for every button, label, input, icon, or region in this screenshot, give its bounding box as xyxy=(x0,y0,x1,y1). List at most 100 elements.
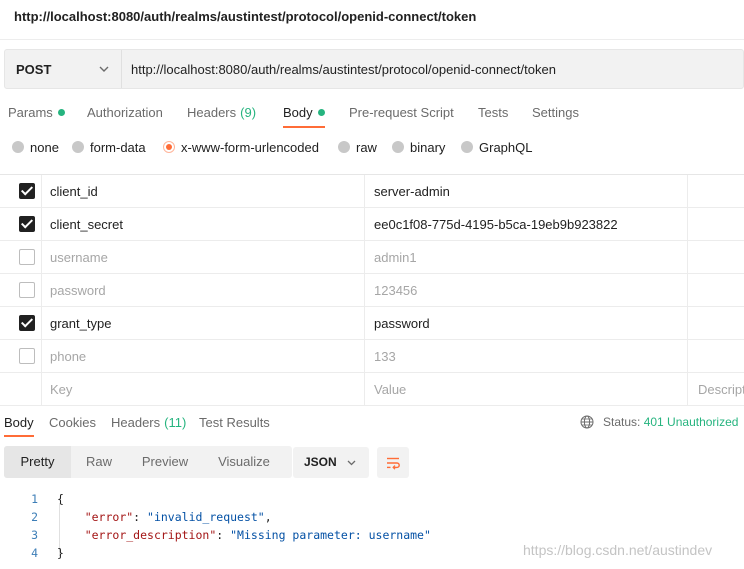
row-checkbox-cell xyxy=(0,241,42,273)
request-url-bar: POST http://localhost:8080/auth/realms/a… xyxy=(4,49,744,89)
param-key-cell[interactable]: password xyxy=(42,274,365,306)
close-brace: } xyxy=(57,546,64,560)
tab-response-cookies[interactable]: Cookies xyxy=(49,407,96,439)
tab-body-label: Body xyxy=(283,105,313,120)
format-label: JSON xyxy=(304,455,337,469)
row-checkbox-cell xyxy=(0,208,42,240)
param-value-cell[interactable]: password xyxy=(365,307,688,339)
window-title-bar: http://localhost:8080/auth/realms/austin… xyxy=(0,0,744,40)
url-input[interactable]: http://localhost:8080/auth/realms/austin… xyxy=(131,62,556,77)
view-raw-button[interactable]: Raw xyxy=(71,446,127,478)
json-key: "error" xyxy=(84,510,134,524)
param-description-cell[interactable] xyxy=(688,274,744,306)
tab-response-headers[interactable]: Headers (11) xyxy=(111,407,186,439)
code-line: 2 "error": "invalid_request", xyxy=(0,508,744,526)
radio-graphql[interactable]: GraphQL xyxy=(461,140,532,155)
radio-none[interactable]: none xyxy=(12,140,59,155)
radio-none-indicator xyxy=(12,141,24,153)
tab-authorization-label: Authorization xyxy=(87,105,163,120)
tab-params[interactable]: Params xyxy=(8,98,65,130)
checkbox-unchecked-icon[interactable] xyxy=(19,249,35,265)
radio-form-data[interactable]: form-data xyxy=(72,140,146,155)
radio-raw[interactable]: raw xyxy=(338,140,377,155)
json-key: "error_description" xyxy=(84,528,217,542)
response-status[interactable]: Status: 401 Unauthorized xyxy=(580,415,738,429)
param-description-cell[interactable] xyxy=(688,307,744,339)
row-checkbox-cell xyxy=(0,373,42,405)
globe-icon xyxy=(580,415,594,429)
param-description-cell[interactable] xyxy=(688,208,744,240)
view-visualize-button[interactable]: Visualize xyxy=(203,446,285,478)
tab-test-results-label: Test Results xyxy=(199,415,270,430)
table-row: password 123456 xyxy=(0,274,744,307)
watermark: https://blog.csdn.net/austindev xyxy=(523,542,713,558)
checkbox-checked-icon[interactable] xyxy=(19,216,35,232)
param-value-cell[interactable]: admin1 xyxy=(365,241,688,273)
radio-raw-label: raw xyxy=(356,140,377,155)
param-value-cell[interactable]: server-admin xyxy=(365,175,688,207)
table-row: phone 133 xyxy=(0,340,744,373)
radio-binary-indicator xyxy=(392,141,404,153)
line-number: 1 xyxy=(31,492,38,506)
tab-body[interactable]: Body xyxy=(283,98,325,130)
param-value-cell[interactable]: ee0c1f08-775d-4195-b5ca-19eb9b923822 xyxy=(365,208,688,240)
new-key-input[interactable]: Key xyxy=(42,373,365,405)
radio-binary-label: binary xyxy=(410,140,446,155)
window-title: http://localhost:8080/auth/realms/austin… xyxy=(14,9,477,24)
param-value-cell[interactable]: 133 xyxy=(365,340,688,372)
radio-form-data-indicator xyxy=(72,141,84,153)
code-text: "error_description": "Missing parameter:… xyxy=(84,528,431,542)
tab-response-body-label: Body xyxy=(4,415,34,430)
json-string: "Missing parameter: username" xyxy=(230,528,431,542)
wrap-lines-button[interactable] xyxy=(377,447,409,478)
code-line: 1 { xyxy=(0,490,744,508)
row-checkbox-cell xyxy=(0,274,42,306)
tab-headers-count: (9) xyxy=(240,105,257,120)
radio-graphql-indicator xyxy=(461,141,473,153)
checkbox-checked-icon[interactable] xyxy=(19,315,35,331)
param-key-cell[interactable]: phone xyxy=(42,340,365,372)
tab-response-body[interactable]: Body xyxy=(4,407,34,439)
body-indicator-dot xyxy=(317,109,325,116)
body-type-selector: none form-data x-www-form-urlencoded raw… xyxy=(0,137,744,161)
checkbox-unchecked-icon[interactable] xyxy=(19,348,35,364)
tab-response-headers-label: Headers xyxy=(111,415,161,430)
wrap-lines-icon xyxy=(387,457,400,470)
radio-form-data-label: form-data xyxy=(90,140,146,155)
format-select[interactable]: JSON xyxy=(293,447,369,478)
table-row-new: Key Value Descripti xyxy=(0,373,744,406)
radio-urlencoded[interactable]: x-www-form-urlencoded xyxy=(163,140,319,155)
param-key-cell[interactable]: grant_type xyxy=(42,307,365,339)
tab-headers-label: Headers xyxy=(187,105,237,120)
param-description-cell[interactable] xyxy=(688,340,744,372)
param-value-cell[interactable]: 123456 xyxy=(365,274,688,306)
tab-authorization[interactable]: Authorization xyxy=(87,98,163,130)
checkbox-unchecked-icon[interactable] xyxy=(19,282,35,298)
tab-tests[interactable]: Tests xyxy=(478,98,508,130)
tab-settings-label: Settings xyxy=(532,105,579,120)
tab-pre-request-script[interactable]: Pre-request Script xyxy=(349,98,454,130)
radio-binary[interactable]: binary xyxy=(392,140,445,155)
chevron-down-icon xyxy=(99,66,109,72)
param-description-cell[interactable] xyxy=(688,175,744,207)
param-key-cell[interactable]: username xyxy=(42,241,365,273)
param-description-cell[interactable] xyxy=(688,241,744,273)
view-pretty-button[interactable]: Pretty xyxy=(4,446,71,478)
view-preview-button[interactable]: Preview xyxy=(127,446,203,478)
table-row: username admin1 xyxy=(0,241,744,274)
params-indicator-dot xyxy=(57,109,65,116)
tab-response-cookies-label: Cookies xyxy=(49,415,96,430)
method-select[interactable]: POST xyxy=(5,50,122,88)
tab-pre-request-label: Pre-request Script xyxy=(349,105,454,120)
tab-headers[interactable]: Headers (9) xyxy=(187,98,256,130)
param-key-cell[interactable]: client_id xyxy=(42,175,365,207)
tab-settings[interactable]: Settings xyxy=(532,98,579,130)
json-string: "invalid_request" xyxy=(147,510,265,524)
checkbox-checked-icon[interactable] xyxy=(19,183,35,199)
tab-test-results[interactable]: Test Results xyxy=(199,407,270,439)
param-key-cell[interactable]: client_secret xyxy=(42,208,365,240)
table-row: client_id server-admin xyxy=(0,175,744,208)
new-description-input[interactable]: Descripti xyxy=(688,373,744,405)
new-value-input[interactable]: Value xyxy=(365,373,688,405)
tab-tests-label: Tests xyxy=(478,105,509,120)
